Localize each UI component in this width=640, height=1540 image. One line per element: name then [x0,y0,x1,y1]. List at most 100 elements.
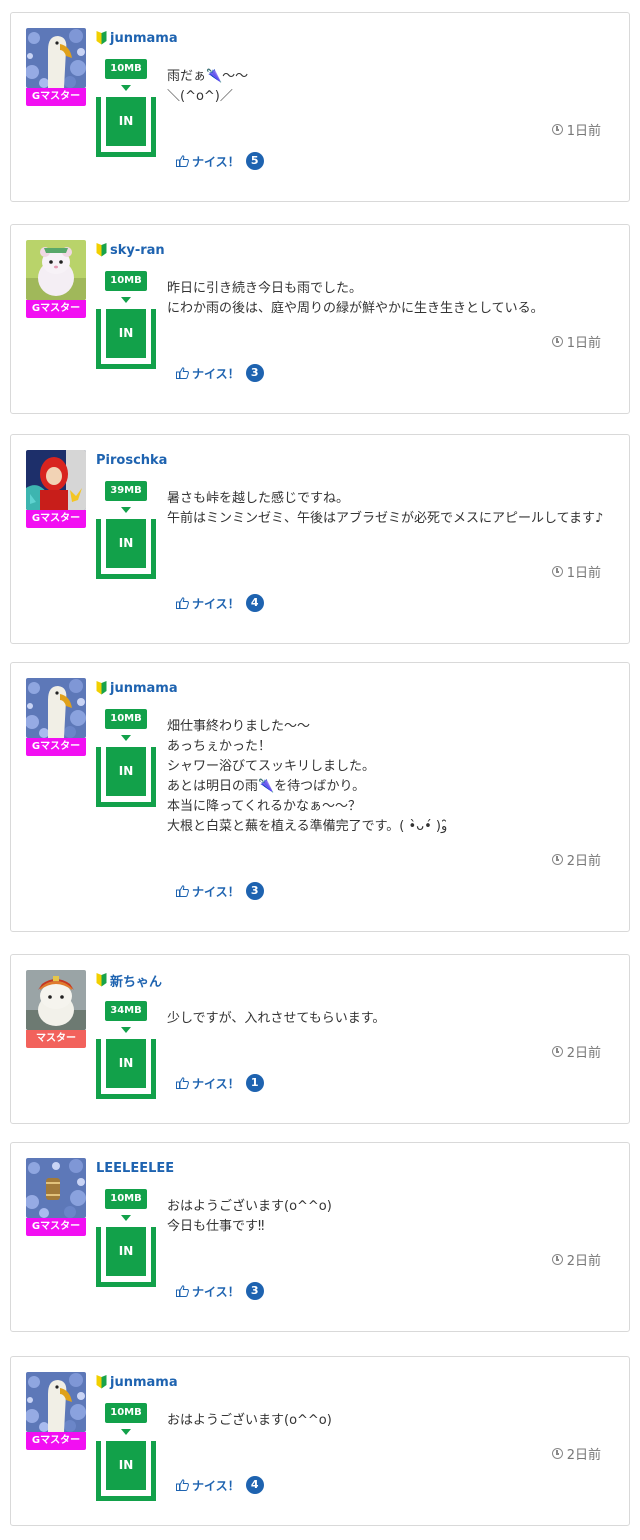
avatar[interactable] [26,1372,86,1432]
thumbs-up-icon [176,1077,189,1089]
down-arrow-icon [121,507,131,513]
in-indicator: IN [96,97,156,157]
data-size-badge: 10MB [105,59,147,79]
thumbs-up-icon [176,885,189,897]
time-text: 2日前 [566,1254,601,1269]
avatar[interactable] [26,1158,86,1218]
in-label: IN [106,519,146,568]
in-label: IN [106,97,146,146]
nice-count: 4 [245,1476,264,1494]
nice-count: 4 [245,594,264,612]
nice-button[interactable]: ナイス！ 4 [176,593,264,613]
in-label: IN [106,747,146,796]
avatar[interactable] [26,678,86,738]
nice-label: ナイス！ [192,1284,240,1299]
post-time: 2日前 [551,1444,601,1463]
post-card: Gマスター Piroschka 39MB IN 暑さも峠を越した感じですね。 午… [10,434,630,644]
thumbs-up-icon [176,367,189,379]
data-size-badge: 34MB [105,1001,147,1021]
nice-button[interactable]: ナイス！ 3 [176,1281,264,1301]
thumbs-up-icon [176,1285,189,1297]
in-label: IN [106,1039,146,1088]
clock-icon [551,566,563,577]
username-text: junmama [110,30,178,46]
in-indicator: IN [96,519,156,579]
rank-badge: Gマスター [26,1218,86,1236]
post-card: Gマスター LEELEELEE 10MB IN おはようございます(o^^o) … [10,1142,630,1332]
swan-avatar-icon [26,1372,86,1432]
username-link[interactable]: junmama [96,28,178,48]
post-message: 昨日に引き続き今日も雨でした。 にわか雨の後は、庭や周りの緑が鮮やかに生き生きと… [167,281,544,316]
clock-icon [551,854,563,865]
nice-button[interactable]: ナイス！ 3 [176,363,264,383]
thumbs-up-icon [176,1479,189,1491]
post-time: 1日前 [551,562,601,581]
time-text: 2日前 [566,1448,601,1463]
post-message: 暑さも峠を越した感じですね。 午前はミンミンゼミ、午後はアブラゼミが必死でメスに… [167,491,604,526]
username-text: 新ちゃん [110,974,163,990]
username-link[interactable]: junmama [96,678,178,698]
nice-label: ナイス！ [192,154,240,169]
time-text: 1日前 [566,124,601,139]
nice-label: ナイス！ [192,596,240,611]
post-card: Gマスター sky-ran 10MB IN 昨日に引き続き今日も雨でした。 にわ… [10,224,630,414]
avatar[interactable] [26,970,86,1030]
post-message: おはようございます(o^^o) [167,1413,332,1428]
nice-label: ナイス！ [192,366,240,381]
post-time: 2日前 [551,1250,601,1269]
flowers-barrel-avatar-icon [26,1158,86,1218]
in-indicator: IN [96,1039,156,1099]
post-message: 雨だぁ🌂〜〜 ＼(^o^)／ [167,69,249,104]
username-text: junmama [110,680,178,696]
post-message: おはようございます(o^^o) 今日も仕事です‼︎ [167,1199,332,1234]
post-card: マスター 新ちゃん 34MB IN 少しですが、入れさせてもらいます。 2日前 … [10,954,630,1124]
username-link[interactable]: LEELEELEE [96,1158,174,1178]
data-size-badge: 10MB [105,271,147,291]
clock-icon [551,336,563,347]
rank-badge: Gマスター [26,510,86,528]
post-card: Gマスター junmama 10MB IN 畑仕事終わりました〜〜 あっちぇかっ… [10,662,630,932]
post-time: 1日前 [551,332,601,351]
avatar[interactable] [26,450,86,510]
username-link[interactable]: 新ちゃん [96,970,162,990]
post-time: 2日前 [551,850,601,869]
avatar[interactable] [26,240,86,300]
hamster-avatar-icon [26,240,86,300]
time-text: 1日前 [566,566,601,581]
username-link[interactable]: junmama [96,1372,178,1392]
doll-avatar-icon [26,450,86,510]
beginner-mark-icon [96,1375,107,1389]
data-size-badge: 10MB [105,709,147,729]
nice-button[interactable]: ナイス！ 4 [176,1475,264,1495]
post-message: 畑仕事終わりました〜〜 あっちぇかった！ シャワー浴びてスッキリしました。 あと… [167,719,452,834]
post-message: 少しですが、入れさせてもらいます。 [167,1011,386,1026]
clock-icon [551,1046,563,1057]
rank-badge: Gマスター [26,88,86,106]
in-label: IN [106,1227,146,1276]
nice-count: 1 [245,1074,264,1092]
nice-count: 3 [245,882,264,900]
nice-button[interactable]: ナイス！ 1 [176,1073,264,1093]
beginner-mark-icon [96,681,107,695]
clock-icon [551,1254,563,1265]
rank-badge: Gマスター [26,738,86,756]
in-indicator: IN [96,309,156,369]
nice-count: 3 [245,1282,264,1300]
clock-icon [551,1448,563,1459]
data-size-badge: 10MB [105,1403,147,1423]
in-indicator: IN [96,1227,156,1287]
post-card: Gマスター junmama 10MB IN 雨だぁ🌂〜〜 ＼(^o^)／ 1日前… [10,12,630,202]
down-arrow-icon [121,297,131,303]
nice-count: 3 [245,364,264,382]
username-text: sky-ran [110,242,165,258]
username-link[interactable]: sky-ran [96,240,165,260]
username-text: LEELEELEE [96,1160,175,1176]
username-link[interactable]: Piroschka [96,450,167,470]
username-text: junmama [110,1374,178,1390]
down-arrow-icon [121,1027,131,1033]
avatar[interactable] [26,28,86,88]
nice-button[interactable]: ナイス！ 3 [176,881,264,901]
beginner-mark-icon [96,243,107,257]
data-size-badge: 10MB [105,1189,147,1209]
nice-button[interactable]: ナイス！ 5 [176,151,264,171]
